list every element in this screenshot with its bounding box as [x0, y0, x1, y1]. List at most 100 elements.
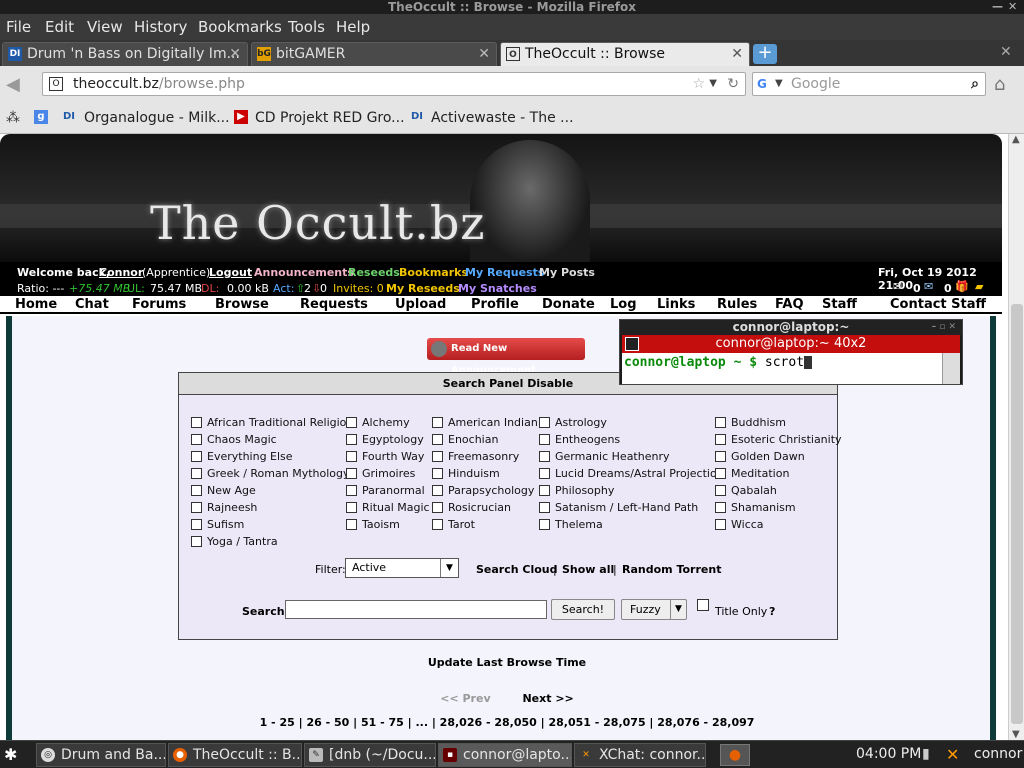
url-dropdown-icon[interactable]: ▼: [709, 73, 717, 95]
bookmark-organalogue[interactable]: Organalogue - Milk...: [84, 110, 230, 126]
page-links[interactable]: 1 - 25 | 26 - 50 | 51 - 75 | ... | 28,02…: [12, 716, 1002, 729]
scroll-down-icon[interactable]: ▼: [1012, 729, 1020, 740]
page-scrollbar[interactable]: ▲ ▼: [1008, 134, 1024, 740]
task-firefox[interactable]: ● TheOccult :: B...: [168, 743, 302, 767]
category-checkbox[interactable]: Buddhism: [715, 416, 786, 430]
my-reseeds-link[interactable]: My Reseeds: [386, 282, 460, 295]
network-icon[interactable]: ▮: [922, 746, 930, 762]
search-box[interactable]: G ▼ Google ⌕: [752, 72, 986, 96]
category-checkbox[interactable]: Esoteric Christianity: [715, 433, 842, 447]
scroll-up-icon[interactable]: ▲: [1012, 134, 1020, 145]
logout-link[interactable]: Logout: [209, 266, 252, 279]
nav-donate[interactable]: Donate: [542, 297, 595, 312]
tab-theoccult[interactable]: O TheOccult :: Browse ✕: [500, 42, 750, 66]
google-icon[interactable]: G: [757, 76, 773, 92]
category-checkbox[interactable]: African Traditional Religion: [191, 416, 353, 430]
home-icon[interactable]: ⌂: [994, 74, 1005, 95]
category-checkbox[interactable]: Satanism / Left-Hand Path: [539, 501, 698, 515]
back-arrow-icon[interactable]: ◀: [6, 74, 20, 95]
url-bar[interactable]: O theoccult.bz/browse.php ☆ ▼ ↻: [42, 72, 746, 96]
my-snatches-link[interactable]: My Snatches: [458, 282, 537, 295]
nav-upload[interactable]: Upload: [395, 297, 446, 312]
firefox-launcher-icon[interactable]: ●: [720, 744, 750, 766]
nav-browse[interactable]: Browse: [215, 297, 269, 312]
nav-forums[interactable]: Forums: [132, 297, 186, 312]
bookmark-star-icon[interactable]: ☆: [692, 73, 705, 95]
category-checkbox[interactable]: Wicca: [715, 518, 764, 532]
task-xchat[interactable]: ✕ XChat: connor...: [574, 743, 706, 767]
task-terminal[interactable]: ▪ connor@lapto...: [438, 743, 572, 767]
mail-icon[interactable]: ✉: [893, 280, 902, 293]
announcements-link[interactable]: Announcements: [254, 266, 354, 279]
menu-view[interactable]: View: [87, 18, 123, 36]
xchat-tray-icon[interactable]: ✕: [946, 745, 959, 764]
category-checkbox[interactable]: Germanic Heathenry: [539, 450, 670, 464]
my-posts-link[interactable]: My Posts: [539, 266, 595, 279]
close-tab-icon[interactable]: ✕: [731, 43, 743, 65]
site-identity-icon[interactable]: O: [49, 77, 63, 91]
category-checkbox[interactable]: Tarot: [432, 518, 475, 532]
category-checkbox[interactable]: Qabalah: [715, 484, 777, 498]
category-checkbox[interactable]: Enochian: [432, 433, 498, 447]
terminal-body[interactable]: connor@laptop ~ $ scrot: [622, 353, 942, 384]
category-checkbox[interactable]: Sufism: [191, 518, 244, 532]
search-input[interactable]: [285, 600, 547, 619]
category-checkbox[interactable]: Yoga / Tantra: [191, 535, 278, 549]
new-tab-button[interactable]: +: [753, 44, 777, 64]
menu-bookmarks[interactable]: Bookmarks: [198, 18, 282, 36]
search-engine-dropdown-icon[interactable]: ▼: [775, 73, 783, 95]
nav-links[interactable]: Links: [657, 297, 695, 312]
minimize-icon[interactable]: —: [992, 0, 1003, 14]
read-announcement-button[interactable]: Read New Announcement.: [427, 338, 585, 376]
bookmark-cd-projekt[interactable]: CD Projekt RED Gro...: [255, 110, 405, 126]
task-chrome[interactable]: ◎ Drum and Ba...: [36, 743, 166, 767]
scroll-thumb[interactable]: [1011, 304, 1023, 724]
category-checkbox[interactable]: Thelema: [539, 518, 603, 532]
gift-icon[interactable]: 🎁: [955, 280, 969, 293]
category-checkbox[interactable]: Egyptology: [346, 433, 424, 447]
task-editor[interactable]: ✎ [dnb (~/Docu...: [304, 743, 436, 767]
menu-edit[interactable]: Edit: [45, 18, 74, 36]
start-menu-icon[interactable]: ✱: [4, 745, 24, 765]
next-link[interactable]: Next >>: [522, 692, 573, 705]
nav-contact-staff[interactable]: Contact Staff: [890, 297, 986, 312]
category-checkbox[interactable]: Freemasonry: [432, 450, 519, 464]
folder-icon[interactable]: ▰: [975, 280, 983, 293]
category-checkbox[interactable]: Greek / Roman Mythology: [191, 467, 350, 481]
site-banner[interactable]: The Occult.bz: [0, 134, 1002, 262]
menu-tools[interactable]: Tools: [288, 18, 325, 36]
fuzzy-select[interactable]: Fuzzy ▼: [621, 599, 687, 620]
nav-home[interactable]: Home: [15, 297, 57, 312]
show-all-link[interactable]: Show all: [562, 563, 614, 576]
menu-help[interactable]: Help: [336, 18, 370, 36]
nav-requests[interactable]: Requests: [300, 297, 368, 312]
search-cloud-link[interactable]: Search Cloud: [476, 563, 558, 576]
category-checkbox[interactable]: Ritual Magic: [346, 501, 430, 515]
category-checkbox[interactable]: Lucid Dreams/Astral Projection: [539, 467, 724, 481]
nav-faq[interactable]: FAQ: [775, 297, 804, 312]
category-checkbox[interactable]: Rajneesh: [191, 501, 257, 515]
category-checkbox[interactable]: Astrology: [539, 416, 607, 430]
category-checkbox[interactable]: Shamanism: [715, 501, 796, 515]
bookmarks-link[interactable]: Bookmarks: [399, 266, 468, 279]
menu-file[interactable]: File: [6, 18, 31, 36]
terminal-titlebar[interactable]: connor@laptop:~ – ▫ ✕: [620, 320, 962, 335]
nav-profile[interactable]: Profile: [471, 297, 519, 312]
category-checkbox[interactable]: Taoism: [346, 518, 400, 532]
my-requests-link[interactable]: My Requests: [465, 266, 544, 279]
help-link[interactable]: ?: [769, 605, 775, 618]
menu-history[interactable]: History: [134, 18, 187, 36]
category-checkbox[interactable]: New Age: [191, 484, 256, 498]
title-only-checkbox[interactable]: [697, 599, 709, 611]
terminal-scrollbar[interactable]: [942, 353, 960, 384]
prev-link[interactable]: << Prev: [440, 692, 490, 705]
search-icon[interactable]: ⌕: [971, 73, 979, 95]
tab-bitgamer[interactable]: bG bitGAMER ✕: [251, 42, 497, 66]
category-checkbox[interactable]: Parapsychology: [432, 484, 534, 498]
category-checkbox[interactable]: American Indian: [432, 416, 538, 430]
username-link[interactable]: Connor: [99, 266, 143, 279]
category-checkbox[interactable]: Alchemy: [346, 416, 410, 430]
category-checkbox[interactable]: Paranormal: [346, 484, 425, 498]
bookmark-activewaste[interactable]: Activewaste - The ...: [431, 110, 574, 126]
site-logo[interactable]: The Occult.bz: [150, 196, 486, 250]
